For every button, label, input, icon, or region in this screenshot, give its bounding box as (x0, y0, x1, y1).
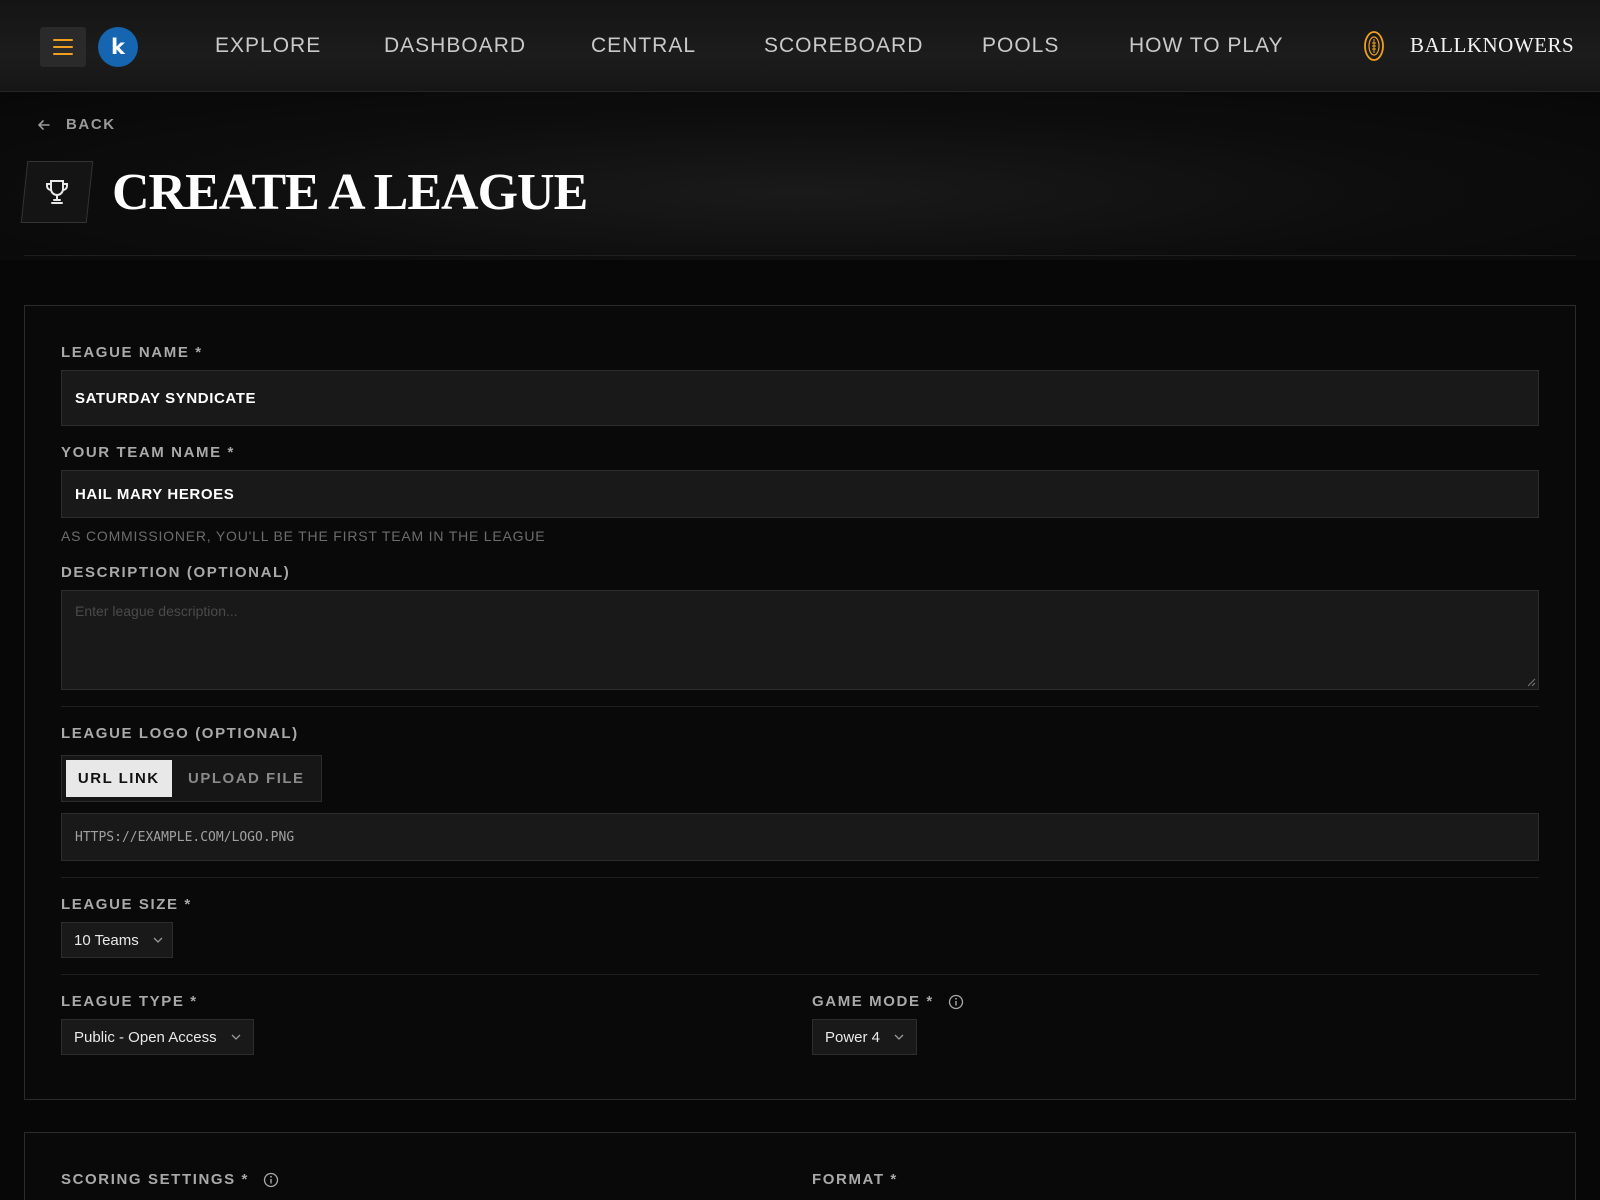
game-mode-label: GAME MODE * (812, 993, 934, 1010)
chevron-down-icon (231, 1034, 241, 1040)
nav-link-dashboard[interactable]: DASHBOARD (384, 34, 526, 58)
league-name-value: SATURDAY SYNDICATE (75, 389, 257, 407)
hamburger-menu-button[interactable] (40, 27, 86, 67)
logo-label: LEAGUE LOGO (OPTIONAL) (61, 725, 299, 742)
game-mode-select[interactable]: Power 4 (812, 1019, 917, 1055)
description-placeholder: Enter league description... (75, 603, 238, 619)
team-name-value: HAIL MARY HEROES (75, 485, 235, 503)
menu-icon-bar (53, 39, 73, 41)
scoring-settings-label: SCORING SETTINGS * (61, 1171, 249, 1188)
trophy-badge (20, 161, 94, 223)
menu-icon-bar (53, 53, 73, 55)
section-divider (61, 706, 1539, 707)
league-size-value: 10 Teams (74, 931, 139, 949)
chevron-down-icon (894, 1034, 904, 1040)
league-type-label: LEAGUE TYPE * (61, 993, 198, 1010)
header-divider (24, 255, 1576, 256)
league-size-label: LEAGUE SIZE * (61, 896, 192, 913)
team-name-hint: AS COMMISSIONER, YOU'LL BE THE FIRST TEA… (61, 528, 546, 544)
section-divider (61, 974, 1539, 975)
arrow-left-icon (38, 119, 50, 130)
chevron-down-icon (153, 937, 163, 943)
brand-name[interactable]: BALLKNOWERS (1410, 33, 1574, 58)
league-type-select[interactable]: Public - Open Access (61, 1019, 254, 1055)
scoring-label-row: SCORING SETTINGS * (61, 1171, 279, 1188)
description-label: DESCRIPTION (OPTIONAL) (61, 564, 291, 581)
settings-form-card (24, 1132, 1576, 1200)
top-nav: k EXPLORE DASHBOARD CENTRAL SCOREBOARD P… (0, 0, 1600, 92)
nav-link-pools[interactable]: POOLS (982, 34, 1059, 58)
nav-link-scoreboard[interactable]: SCOREBOARD (764, 34, 923, 58)
description-textarea[interactable]: Enter league description... (61, 590, 1539, 690)
page-title: CREATE A LEAGUE (112, 164, 588, 221)
league-name-label: LEAGUE NAME * (61, 344, 203, 361)
resize-grip-icon[interactable] (1527, 678, 1536, 687)
nav-link-explore[interactable]: EXPLORE (215, 34, 321, 58)
info-icon[interactable] (948, 994, 964, 1010)
league-name-input[interactable]: SATURDAY SYNDICATE (61, 370, 1539, 426)
league-size-select[interactable]: 10 Teams (61, 922, 173, 958)
football-logo-icon (1364, 31, 1384, 61)
nav-link-how-to-play[interactable]: HOW TO PLAY (1129, 34, 1284, 58)
tab-upload-file[interactable]: UPLOAD FILE (172, 760, 321, 797)
back-label: BACK (66, 116, 116, 133)
logo-source-tabs: URL LINK UPLOAD FILE (61, 755, 322, 802)
nav-link-central[interactable]: CENTRAL (591, 34, 696, 58)
logo-url-input[interactable]: HTTPS://EXAMPLE.COM/LOGO.PNG (61, 813, 1539, 861)
back-link[interactable]: BACK (36, 116, 116, 133)
format-label: FORMAT * (812, 1171, 898, 1188)
section-divider (61, 877, 1539, 878)
team-name-input[interactable]: HAIL MARY HEROES (61, 470, 1539, 518)
trophy-icon (46, 180, 68, 204)
avatar[interactable]: k (98, 27, 138, 67)
league-type-value: Public - Open Access (74, 1028, 217, 1046)
team-name-label: YOUR TEAM NAME * (61, 444, 235, 461)
game-mode-value: Power 4 (825, 1028, 881, 1046)
menu-icon-bar (53, 46, 73, 48)
tab-url-link[interactable]: URL LINK (66, 760, 172, 797)
game-mode-label-row: GAME MODE * (812, 993, 964, 1010)
logo-url-value: HTTPS://EXAMPLE.COM/LOGO.PNG (75, 829, 295, 845)
info-icon[interactable] (263, 1172, 279, 1188)
